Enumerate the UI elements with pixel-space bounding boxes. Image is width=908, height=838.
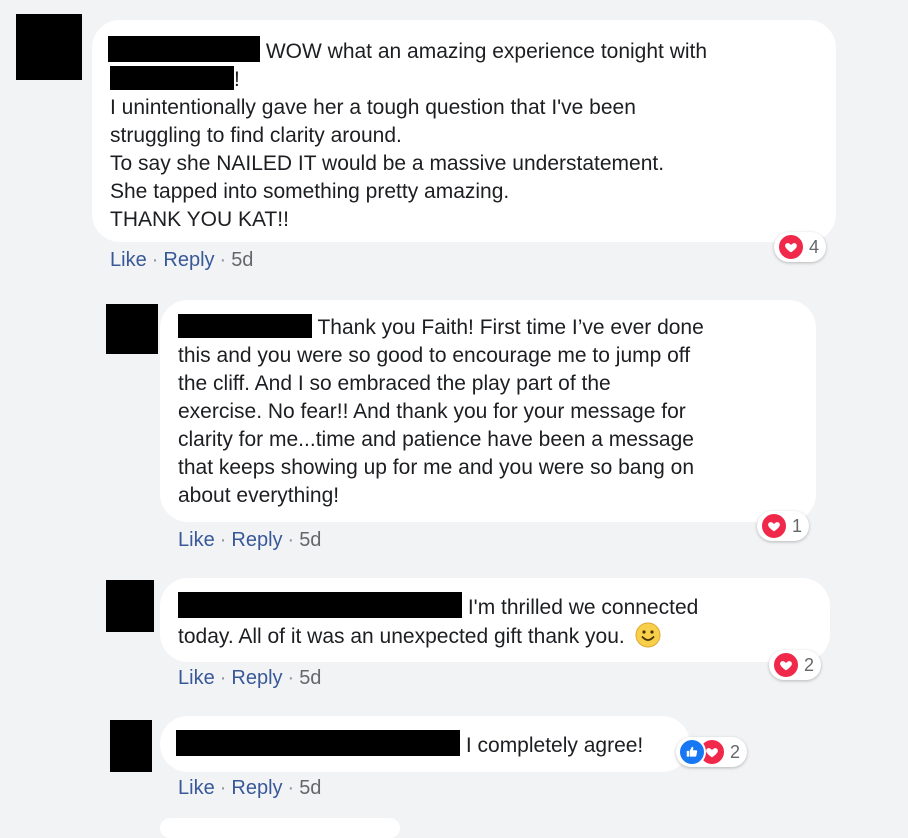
avatar[interactable]	[106, 580, 154, 632]
reaction-count[interactable]: 2	[769, 650, 822, 680]
comment-actions: Like · Reply · 5d	[178, 529, 322, 551]
timestamp[interactable]: 5d	[299, 777, 321, 799]
redacted-author-name	[108, 36, 260, 62]
comment-text: To say she NAILED IT would be a massive …	[110, 152, 665, 175]
comment-text: exercise. No fear!! And thank you for yo…	[178, 400, 686, 423]
heart-icon	[777, 233, 805, 261]
comment-actions: Like · Reply · 5d	[178, 667, 322, 689]
comment-text: I'm thrilled we connected	[467, 596, 699, 619]
like-link[interactable]: Like	[110, 249, 147, 271]
comment-text: about everything!	[178, 484, 340, 507]
smile-emoji-icon	[635, 622, 661, 648]
avatar[interactable]	[16, 14, 82, 80]
reaction-count[interactable]: 1	[757, 511, 810, 541]
timestamp[interactable]: 5d	[299, 667, 321, 689]
reaction-count[interactable]: 2	[676, 737, 748, 767]
redacted-author-name	[178, 314, 312, 338]
comment-text: She tapped into something pretty amazing…	[110, 180, 510, 203]
like-link[interactable]: Like	[178, 529, 215, 551]
avatar[interactable]	[110, 720, 152, 772]
redacted-author-name	[178, 592, 462, 618]
comment-text: I completely agree!	[465, 734, 644, 757]
timestamp[interactable]: 5d	[299, 529, 321, 551]
reaction-count[interactable]: 4	[774, 232, 827, 262]
comment-actions: Like · Reply · 5d	[178, 777, 322, 799]
avatar[interactable]	[106, 304, 158, 354]
heart-icon	[772, 651, 800, 679]
next-comment-bubble	[160, 818, 400, 838]
comment-text: today. All of it was an unexpected gift …	[178, 625, 625, 648]
comment-bubble: I'm thrilled we connected today. All of …	[160, 578, 830, 662]
comment-text: !	[234, 68, 240, 91]
comment-text: clarity for me...time and patience have …	[178, 428, 694, 451]
reply-link[interactable]: Reply	[231, 777, 282, 799]
redacted-author-name	[176, 730, 460, 756]
timestamp[interactable]: 5d	[231, 249, 253, 271]
comment-text: that keeps showing up for me and you wer…	[178, 456, 694, 479]
reply-link[interactable]: Reply	[231, 529, 282, 551]
comment-text: struggling to find clarity around.	[110, 124, 402, 147]
reply-link[interactable]: Reply	[163, 249, 214, 271]
like-link[interactable]: Like	[178, 667, 215, 689]
comment-bubble: Thank you Faith! First time I’ve ever do…	[160, 300, 816, 522]
heart-icon	[760, 512, 788, 540]
like-link[interactable]: Like	[178, 777, 215, 799]
comment-text: WOW what an amazing experience tonight w…	[265, 40, 708, 63]
comment-bubble: WOW what an amazing experience tonight w…	[92, 20, 836, 242]
comment-text: the cliff. And I so embraced the play pa…	[178, 372, 611, 395]
comment-bubble: I completely agree!	[160, 716, 690, 772]
comment-text: I unintentionally gave her a tough quest…	[110, 96, 636, 119]
comment-actions: Like · Reply · 5d	[110, 249, 254, 271]
reply-link[interactable]: Reply	[231, 667, 282, 689]
comment-text: this and you were so good to encourage m…	[178, 344, 691, 367]
comment-text: THANK YOU KAT!!	[110, 208, 289, 231]
like-icon	[678, 738, 706, 766]
redacted-name	[110, 66, 234, 90]
comment-text: Thank you Faith! First time I’ve ever do…	[317, 316, 704, 339]
